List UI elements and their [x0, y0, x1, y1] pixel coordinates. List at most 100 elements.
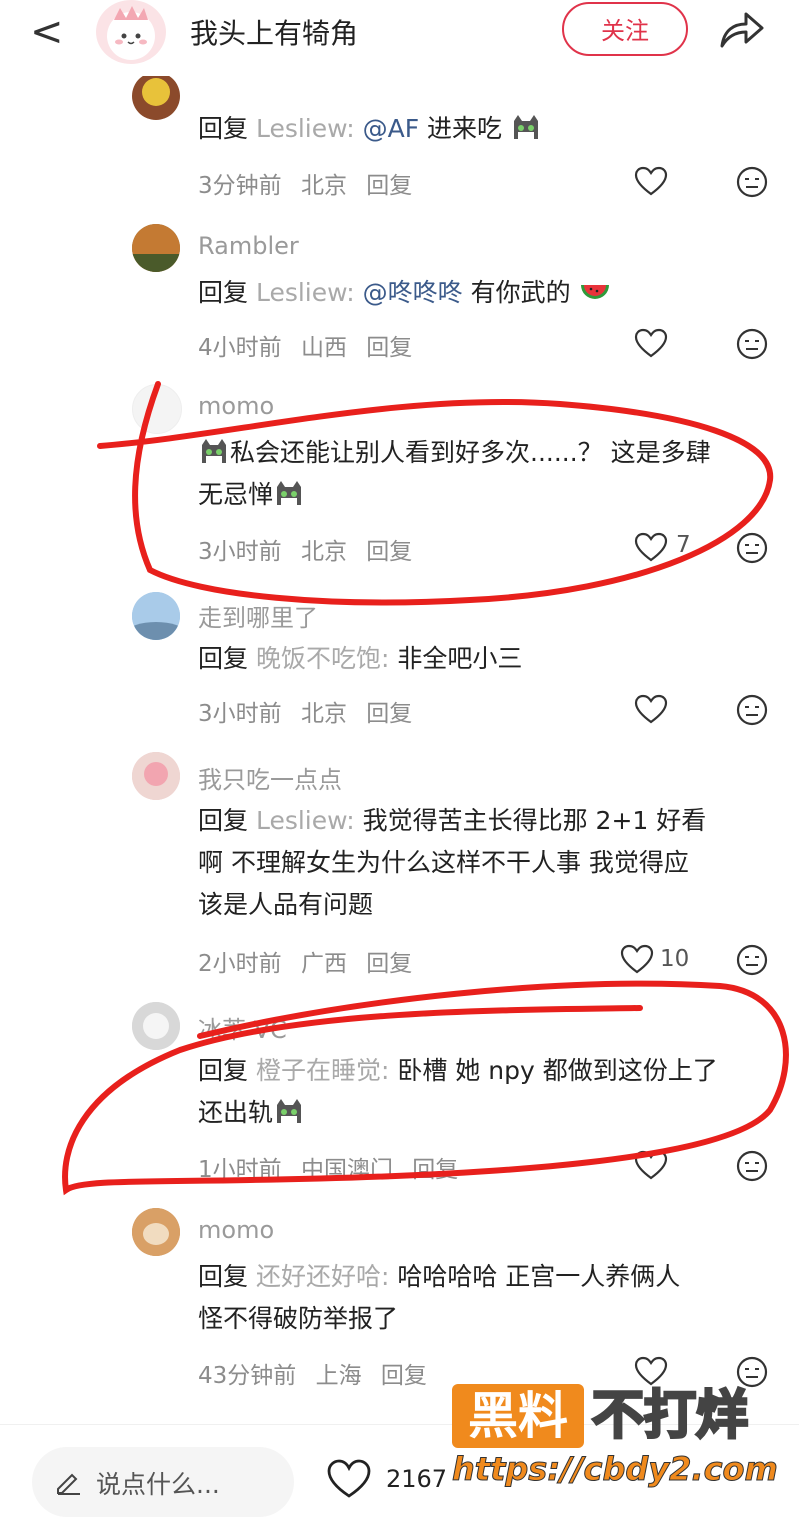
- comment-meta: 1小时前 中国澳门 回复: [198, 1150, 470, 1184]
- comment-body-line1: 卧槽 她 npy 都做到这份上了: [397, 1056, 718, 1085]
- comment-time: 1小时前: [198, 1157, 282, 1183]
- comment-body-line2: 啊 不理解女生为什么这样不干人事 我觉得应: [198, 848, 689, 877]
- comment-body: 有你武的: [470, 278, 571, 307]
- comment-text: 回复 晚饭不吃饱: 非全吧小三: [198, 638, 768, 680]
- mention-link[interactable]: @咚咚咚: [363, 278, 463, 307]
- comment-time: 2小时前: [198, 951, 282, 977]
- commenter-avatar[interactable]: [132, 1002, 180, 1050]
- comment-meta: 4小时前 山西 回复: [198, 328, 424, 362]
- reply-target[interactable]: Lesliew:: [256, 114, 355, 143]
- commenter-avatar[interactable]: [132, 752, 180, 800]
- comment-text: 回复 橙子在睡觉: 卧槽 她 npy 都做到这份上了 还出轨: [198, 1050, 768, 1134]
- like-heart-icon[interactable]: [326, 1459, 372, 1499]
- comment-username[interactable]: 我只吃一点点: [198, 760, 342, 795]
- comment-time: 3分钟前: [198, 173, 282, 199]
- cat-emoji-icon: [273, 479, 305, 509]
- comment-text: 回复 还好还好哈: 哈哈哈哈 正宫一人养俩人 怪不得破防举报了: [198, 1256, 768, 1340]
- reply-prefix: 回复: [198, 278, 249, 307]
- reply-prefix: 回复: [198, 806, 249, 835]
- like-heart-icon[interactable]: [620, 944, 654, 974]
- comment-input-placeholder: 说点什么...: [96, 1470, 220, 1499]
- back-icon[interactable]: <: [30, 10, 70, 54]
- reply-button[interactable]: 回复: [366, 335, 412, 361]
- comment-location: 北京: [300, 701, 347, 727]
- watermark-right-text: 不打烊: [590, 1385, 749, 1448]
- like-heart-icon[interactable]: [634, 532, 668, 562]
- cat-emoji-icon: [273, 1097, 305, 1127]
- reply-button[interactable]: 回复: [381, 1363, 427, 1389]
- comment-location: 中国澳门: [300, 1157, 393, 1183]
- top-bar: < 我头上有犄角 关注: [0, 0, 799, 76]
- comment-body-line2: 还出轨: [198, 1098, 274, 1127]
- like-count: 7: [676, 532, 691, 558]
- author-avatar[interactable]: [96, 0, 166, 64]
- watermark: 黑料 不打烊 https://cbdy2.com: [452, 1384, 778, 1504]
- comment-body-line2: 怪不得破防举报了: [198, 1304, 399, 1333]
- comment-body-line1: 我觉得苦主长得比那 2+1 好看: [362, 806, 707, 835]
- reply-button[interactable]: 回复: [366, 173, 412, 199]
- comment-username[interactable]: momo: [198, 1216, 274, 1244]
- watermark-url: https://cbdy2.com: [452, 1450, 779, 1489]
- reply-button[interactable]: 回复: [366, 951, 412, 977]
- commenter-avatar[interactable]: [132, 72, 180, 120]
- comment-time: 3小时前: [198, 701, 282, 727]
- reply-target[interactable]: 晚饭不吃饱:: [256, 644, 389, 673]
- reply-target[interactable]: 橙子在睡觉:: [256, 1056, 389, 1085]
- comment-username[interactable]: momo: [198, 392, 274, 420]
- commenter-avatar[interactable]: [132, 224, 180, 272]
- reply-prefix: 回复: [198, 1056, 249, 1085]
- comment-body-line1: 哈哈哈哈 正宫一人养俩人: [397, 1262, 681, 1291]
- comment-time: 3小时前: [198, 539, 282, 565]
- like-heart-icon[interactable]: [634, 1150, 668, 1180]
- author-name[interactable]: 我头上有犄角: [190, 12, 358, 52]
- like-heart-icon[interactable]: [634, 328, 668, 358]
- comment-username[interactable]: 走到哪里了: [198, 598, 318, 633]
- like-count: 10: [660, 946, 690, 972]
- reply-button[interactable]: 回复: [366, 539, 412, 565]
- comment-meta: 2小时前 广西 回复: [198, 944, 424, 978]
- comment-body-line2: 无忌惮: [198, 480, 274, 509]
- comment-location: 北京: [300, 173, 347, 199]
- share-icon[interactable]: [716, 8, 766, 52]
- comment-meta: 3分钟前 北京 回复: [198, 166, 424, 200]
- dislike-face-icon[interactable]: [736, 1150, 768, 1182]
- comment-location: 广西: [300, 951, 347, 977]
- dislike-face-icon[interactable]: [736, 532, 768, 564]
- comment-username[interactable]: 冰萃 VC: [198, 1010, 287, 1045]
- reply-target[interactable]: 还好还好哈:: [256, 1262, 389, 1291]
- watermark-box-text: 黑料: [452, 1384, 584, 1448]
- comment-input[interactable]: 说点什么...: [32, 1447, 294, 1517]
- like-heart-icon[interactable]: [634, 166, 668, 196]
- follow-button[interactable]: 关注: [562, 2, 688, 56]
- comment-text: 回复 Lesliew: 我觉得苦主长得比那 2+1 好看 啊 不理解女生为什么这…: [198, 800, 768, 926]
- reply-prefix: 回复: [198, 1262, 249, 1291]
- like-heart-icon[interactable]: [634, 1356, 668, 1386]
- comment-location: 山西: [300, 335, 347, 361]
- commenter-avatar[interactable]: [132, 1208, 180, 1256]
- comment-meta: 43分钟前 上海 回复: [198, 1356, 439, 1390]
- comment-text: 回复 Lesliew: @AF 进来吃: [198, 108, 768, 150]
- comment-text: 回复 Lesliew: @咚咚咚 有你武的: [198, 272, 768, 314]
- commenter-avatar[interactable]: [132, 592, 180, 640]
- dislike-face-icon[interactable]: [736, 328, 768, 360]
- dislike-face-icon[interactable]: [736, 694, 768, 726]
- reply-target[interactable]: Lesliew:: [256, 278, 355, 307]
- comment-body-line1: 私会还能让别人看到好多次......？ 这是多肆: [230, 438, 711, 467]
- like-heart-icon[interactable]: [634, 694, 668, 724]
- comment-time: 43分钟前: [198, 1363, 297, 1389]
- comment-body: 进来吃: [427, 114, 503, 143]
- reply-button[interactable]: 回复: [412, 1157, 458, 1183]
- commenter-avatar[interactable]: [132, 384, 182, 434]
- comment-username[interactable]: Rambler: [198, 232, 299, 260]
- mention-link[interactable]: @AF: [363, 114, 419, 143]
- comment-meta: 3小时前 北京 回复: [198, 532, 424, 566]
- cat-emoji-icon: [510, 113, 542, 143]
- reply-prefix: 回复: [198, 644, 249, 673]
- dislike-face-icon[interactable]: [736, 944, 768, 976]
- reply-button[interactable]: 回复: [366, 701, 412, 727]
- dislike-face-icon[interactable]: [736, 166, 768, 198]
- reply-prefix: 回复: [198, 114, 249, 143]
- reply-target[interactable]: Lesliew:: [256, 806, 355, 835]
- comment-location: 上海: [315, 1363, 362, 1389]
- post-like-count: 2167: [386, 1465, 448, 1493]
